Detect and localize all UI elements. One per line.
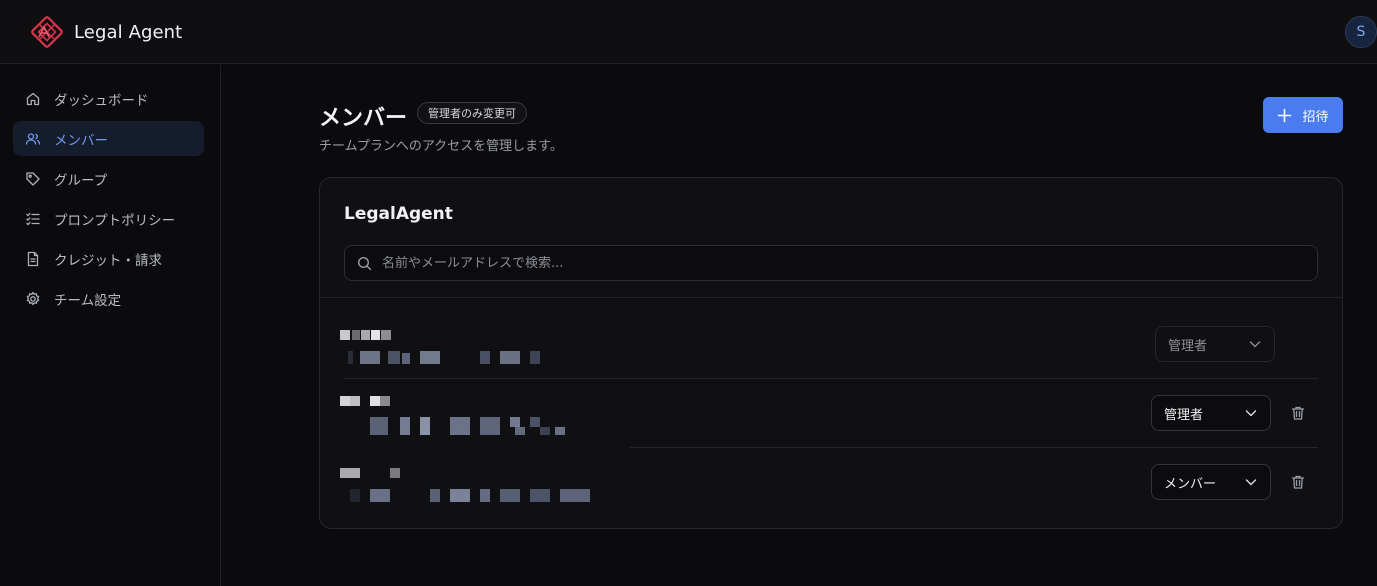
sidebar-item-label: メンバー <box>54 132 108 149</box>
sidebar-item-prompt-policy[interactable]: プロンプトポリシー <box>13 201 204 236</box>
member-2-role-select[interactable]: 管理者 <box>1151 395 1271 431</box>
tag-icon <box>26 171 40 186</box>
sidebar: ダッシュボード メンバー グループ プロンプトポリシー クレジット・請求 チーム… <box>0 65 221 586</box>
member-1-role-select: 管理者 <box>1155 326 1275 362</box>
sidebar-item-label: プロンプトポリシー <box>54 212 176 229</box>
plus-icon <box>1278 108 1292 122</box>
role-select-value: 管理者 <box>1164 407 1204 423</box>
delete-member-3-trash-icon[interactable] <box>1290 474 1306 490</box>
sidebar-item-label: グループ <box>54 172 108 189</box>
page-title: メンバー <box>319 106 408 131</box>
role-select-value: 管理者 <box>1168 338 1208 354</box>
sidebar-item-label: クレジット・請求 <box>54 252 162 269</box>
brand[interactable]: Legal Agent <box>30 15 182 49</box>
home-icon <box>26 92 40 105</box>
team-name: LegalAgent <box>344 204 453 224</box>
member-search[interactable] <box>344 245 1318 281</box>
user-avatar[interactable]: S <box>1345 16 1377 48</box>
search-icon <box>357 256 372 270</box>
sidebar-item-members[interactable]: メンバー <box>13 121 204 156</box>
member-row-2-identity-redacted <box>340 395 570 435</box>
document-icon <box>27 251 39 266</box>
app-name: Legal Agent <box>74 21 183 43</box>
sidebar-item-groups[interactable]: グループ <box>13 161 204 196</box>
role-select-value: メンバー <box>1164 476 1217 492</box>
checklist-icon <box>26 212 40 225</box>
sidebar-item-dashboard[interactable]: ダッシュボード <box>13 81 204 116</box>
legal-agent-logo-icon <box>31 16 63 48</box>
chevron-down-icon <box>1245 479 1257 486</box>
delete-member-2-trash-icon[interactable] <box>1290 405 1306 421</box>
sidebar-item-label: チーム設定 <box>54 292 122 309</box>
sidebar-item-credits-billing[interactable]: クレジット・請求 <box>13 241 204 276</box>
card-divider <box>320 297 1342 298</box>
users-icon <box>25 132 41 145</box>
gear-icon <box>26 291 40 305</box>
row-divider <box>344 378 1318 379</box>
search-input[interactable] <box>382 255 1317 271</box>
row-divider <box>630 447 1318 448</box>
admin-only-badge: 管理者のみ変更可 <box>417 102 527 124</box>
chevron-down-icon <box>1245 410 1257 417</box>
member-row-1-identity-redacted <box>340 329 560 365</box>
chevron-down-icon <box>1249 341 1261 348</box>
invite-button[interactable]: 招待 <box>1263 97 1343 133</box>
sidebar-item-team-settings[interactable]: チーム設定 <box>13 281 204 316</box>
sidebar-item-label: ダッシュボード <box>54 92 149 109</box>
member-row-3-identity-redacted <box>340 467 600 503</box>
page-subtitle: チームプランへのアクセスを管理します。 <box>319 139 563 154</box>
top-bar: Legal Agent S <box>0 0 1377 64</box>
member-3-role-select[interactable]: メンバー <box>1151 464 1271 500</box>
team-members-card: LegalAgent 管理者 <box>319 177 1343 529</box>
invite-button-label: 招待 <box>1302 108 1329 124</box>
